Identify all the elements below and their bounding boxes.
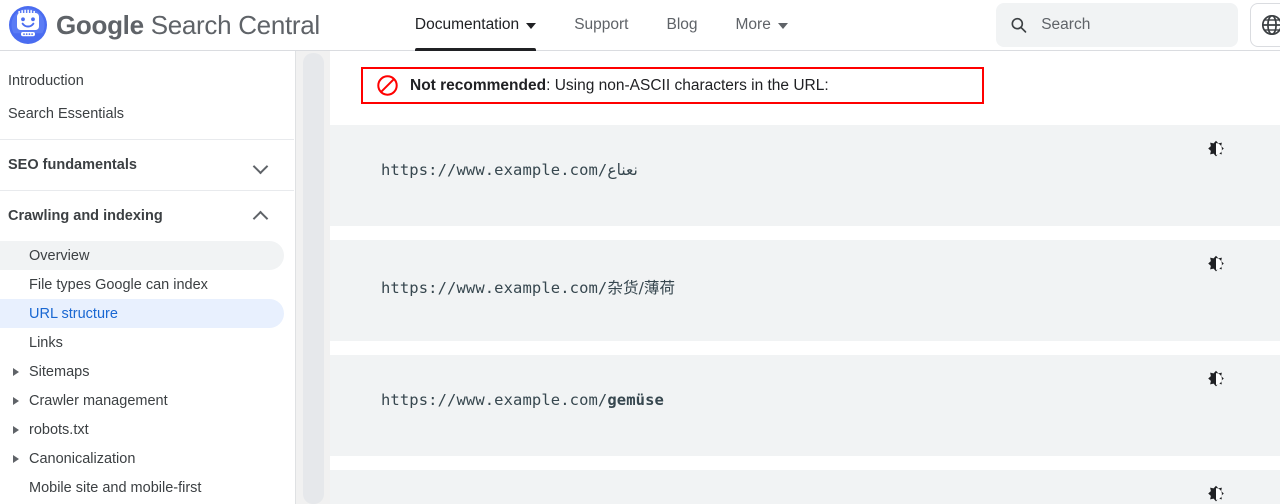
nav-item-blog[interactable]: Blog	[647, 0, 716, 51]
brand-title: Google Search Central	[56, 10, 320, 41]
brand-title-rest: Search Central	[143, 9, 321, 40]
code-line: https://www.example.com/gemüse	[381, 391, 664, 409]
sidebar-item-links[interactable]: Links	[0, 328, 284, 357]
dark-mode-brightness-icon[interactable]	[1205, 368, 1227, 390]
triangle-right-icon	[13, 367, 19, 376]
site-header: Google Search Central Documentation Supp…	[0, 0, 1280, 51]
brand-home-link[interactable]: Google Search Central	[0, 5, 320, 45]
scrollbar-track[interactable]	[295, 51, 330, 504]
sidebar-item-label: Overview	[29, 247, 90, 264]
sidebar-item-url-structure[interactable]: URL structure	[0, 299, 284, 329]
triangle-right-icon	[13, 425, 19, 434]
sidebar-section-header-seo-fundamentals[interactable]: SEO fundamentals	[0, 140, 294, 190]
sidebar-section-label: Crawling and indexing	[8, 208, 163, 225]
search-box[interactable]	[996, 3, 1238, 47]
code-block: https://www.example.com/نعناع	[330, 125, 1280, 226]
triangle-right-icon	[13, 396, 19, 405]
sidebar-item-introduction[interactable]: Introduction	[0, 65, 294, 98]
sidebar-item-label: File types Google can index	[29, 276, 208, 293]
sidebar-item-label: Sitemaps	[29, 363, 90, 380]
sidebar-item-crawler-management[interactable]: Crawler management	[0, 386, 284, 415]
sidebar-sublist: Overview File types Google can index URL…	[0, 241, 294, 504]
code-url-prefix: https://www.example.com/	[381, 391, 608, 409]
sidebar-item-sitemaps[interactable]: Sitemaps	[0, 357, 284, 386]
sidebar-item-robots-txt[interactable]: robots.txt	[0, 415, 284, 444]
sidebar-item-mobile-site-and-mobile-first[interactable]: Mobile site and mobile-first	[0, 473, 284, 502]
sidebar-item-label: robots.txt	[29, 421, 89, 438]
callout-bold-label: Not recommended	[410, 76, 547, 94]
sidebar-section-label: SEO fundamentals	[8, 157, 137, 174]
sidebar-section-crawling-and-indexing: Crawling and indexing Overview File type…	[0, 191, 294, 504]
code-url-suffix: gemüse	[607, 391, 664, 409]
sidebar-item-label: Canonicalization	[29, 450, 136, 467]
dark-mode-brightness-icon[interactable]	[1205, 483, 1227, 504]
nav-item-label: Documentation	[414, 16, 520, 33]
documentation-sidebar[interactable]: Introduction Search Essentials SEO funda…	[0, 51, 294, 504]
sidebar-item-label: Mobile site and mobile-first	[29, 479, 202, 496]
dark-mode-brightness-icon[interactable]	[1205, 253, 1227, 275]
sidebar-scrollbar[interactable]	[294, 51, 330, 504]
code-block: https://www.example.com/杂货/薄荷	[330, 240, 1280, 341]
google-search-central-robot-logo	[9, 6, 47, 44]
nav-item-label: More	[735, 16, 771, 33]
header-actions	[996, 3, 1280, 47]
code-url-prefix: https://www.example.com/	[381, 161, 608, 179]
nav-item-more[interactable]: More	[717, 0, 807, 51]
nav-item-support[interactable]: Support	[555, 0, 647, 51]
sidebar-item-canonicalization[interactable]: Canonicalization	[0, 444, 284, 473]
search-icon	[1011, 17, 1027, 33]
callout-text: Not recommended: Using non-ASCII charact…	[410, 77, 829, 95]
code-block: https://www.example.com/gemüse	[330, 355, 1280, 456]
triangle-right-icon	[13, 454, 19, 463]
sidebar-item-search-essentials[interactable]: Search Essentials	[0, 98, 294, 139]
sidebar-item-label: Links	[29, 334, 63, 351]
chevron-down-icon	[254, 158, 268, 172]
dark-mode-brightness-icon[interactable]	[1205, 138, 1227, 160]
chevron-up-icon	[254, 209, 268, 223]
primary-nav: Documentation Support Blog More	[396, 0, 807, 51]
code-block: https://www.example.com/🦙✨	[330, 470, 1280, 504]
nav-item-label: Support	[574, 16, 629, 33]
chevron-down-icon	[526, 23, 537, 29]
callout-rest-text: : Using non-ASCII characters in the URL:	[546, 76, 829, 94]
sidebar-item-file-types-google-can-index[interactable]: File types Google can index	[0, 270, 284, 299]
sidebar-section-header-crawling-and-indexing[interactable]: Crawling and indexing	[0, 191, 294, 241]
code-line: https://www.example.com/نعناع	[381, 161, 638, 179]
globe-language-icon	[1261, 14, 1280, 36]
not-recommended-callout: Not recommended: Using non-ASCII charact…	[361, 67, 984, 104]
not-recommended-block-icon	[377, 75, 398, 96]
nav-item-label: Blog	[666, 16, 698, 33]
sidebar-top-group: Introduction Search Essentials	[0, 65, 294, 141]
language-button[interactable]	[1250, 3, 1280, 47]
scrollbar-thumb[interactable]	[303, 53, 324, 504]
nav-item-documentation[interactable]: Documentation	[396, 0, 555, 51]
code-line: https://www.example.com/杂货/薄荷	[381, 276, 675, 298]
code-url-suffix: نعناع	[607, 161, 638, 179]
sidebar-section-seo-fundamentals: SEO fundamentals	[0, 140, 294, 192]
code-url-suffix: 杂货/薄荷	[607, 279, 676, 297]
chevron-down-icon	[777, 23, 788, 29]
code-url-prefix: https://www.example.com/	[381, 279, 608, 297]
search-input[interactable]	[1039, 15, 1224, 35]
sidebar-item-label: Crawler management	[29, 392, 168, 409]
brand-title-bold: Google	[56, 9, 144, 40]
sidebar-item-overview[interactable]: Overview	[0, 241, 284, 271]
main-content: Not recommended: Using non-ASCII charact…	[330, 51, 1280, 504]
sidebar-item-label: URL structure	[29, 305, 118, 322]
